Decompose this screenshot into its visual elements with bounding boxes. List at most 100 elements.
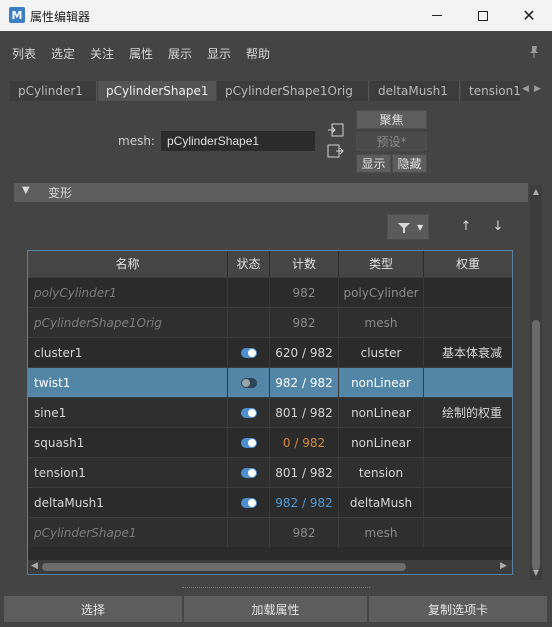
menu-selected[interactable]: 选定 bbox=[51, 45, 75, 62]
table-row[interactable]: deltaMush1 982 / 982 deltaMush bbox=[28, 487, 512, 518]
column-name[interactable]: 名称 bbox=[28, 251, 228, 277]
tab-pcylindershape1[interactable]: pCylinderShape1 bbox=[98, 81, 216, 101]
toggle-knob bbox=[248, 409, 256, 417]
panel-scrollbar[interactable]: ▲ ▼ bbox=[530, 185, 542, 580]
cell-weight bbox=[424, 488, 512, 518]
table-row[interactable]: sine1 801 / 982 nonLinear 绘制的权重 bbox=[28, 397, 512, 428]
cell-type: mesh bbox=[339, 308, 424, 338]
deformer-table: 名称 状态 计数 类型 权重 polyCylinder1 982 polyCyl… bbox=[27, 250, 513, 575]
load-attributes-button[interactable]: 加载属性 bbox=[184, 596, 367, 622]
cell-weight bbox=[424, 518, 512, 548]
table-horizontal-scrollbar[interactable]: ◀ ▶ bbox=[28, 560, 512, 574]
minimize-button[interactable] bbox=[414, 0, 460, 31]
envelope-toggle[interactable] bbox=[241, 408, 257, 418]
scroll-up-icon[interactable]: ▲ bbox=[531, 187, 541, 196]
cell-weight: 基本体衰减 bbox=[442, 346, 503, 360]
select-button[interactable]: 选择 bbox=[4, 596, 182, 622]
deformers-section-header[interactable]: ▼ 变形 bbox=[14, 183, 528, 202]
menu-list[interactable]: 列表 bbox=[12, 45, 36, 62]
cell-name: sine1 bbox=[28, 398, 228, 428]
tab-scroll-right-icon[interactable]: ▶ bbox=[534, 84, 544, 98]
menu-focus[interactable]: 关注 bbox=[90, 45, 114, 62]
column-status[interactable]: 状态 bbox=[228, 251, 270, 277]
cell-name: polyCylinder1 bbox=[28, 278, 228, 308]
table-row-selected[interactable]: twist1 982 / 982 nonLinear bbox=[28, 367, 512, 398]
cell-type: polyCylinder bbox=[339, 278, 424, 308]
menu-display[interactable]: 显示 bbox=[207, 45, 231, 62]
cell-count: 620 / 982 bbox=[270, 338, 339, 368]
envelope-toggle[interactable] bbox=[241, 498, 257, 508]
tab-tension1[interactable]: tension1 bbox=[461, 81, 520, 101]
collapse-arrow-icon: ▼ bbox=[22, 185, 30, 196]
mesh-field[interactable] bbox=[161, 131, 315, 151]
cell-count: 982 bbox=[270, 278, 339, 308]
maya-app-icon: M bbox=[9, 7, 25, 23]
tab-scroll-left-icon[interactable]: ◀ bbox=[522, 84, 532, 98]
cell-count: 982 bbox=[270, 308, 339, 338]
close-icon: ✕ bbox=[522, 5, 536, 25]
envelope-toggle[interactable] bbox=[241, 468, 257, 478]
panel-scrollbar-thumb[interactable] bbox=[532, 320, 540, 570]
tab-deltamush1[interactable]: deltaMush1 bbox=[370, 81, 460, 101]
maximize-button[interactable] bbox=[460, 0, 506, 31]
tab-pcylinder1[interactable]: pCylinder1 bbox=[10, 81, 97, 101]
preset-button[interactable]: 预设* bbox=[356, 132, 427, 151]
cell-weight bbox=[424, 278, 512, 308]
cell-count: 982 / 982 bbox=[270, 368, 339, 398]
output-connection-icon[interactable] bbox=[327, 143, 345, 159]
focus-button[interactable]: 聚焦 bbox=[356, 110, 427, 129]
cell-status bbox=[228, 398, 270, 428]
scroll-down-icon[interactable]: ▼ bbox=[531, 568, 541, 577]
cell-count-warning: 0 / 982 bbox=[270, 428, 339, 458]
hide-button[interactable]: 隐藏 bbox=[392, 154, 427, 173]
table-scrollbar-thumb[interactable] bbox=[42, 563, 406, 571]
input-connection-icon[interactable] bbox=[327, 122, 345, 138]
cell-type: mesh bbox=[339, 518, 424, 548]
toggle-knob bbox=[248, 499, 256, 507]
filter-button[interactable]: ▼ bbox=[387, 214, 429, 240]
cell-status bbox=[228, 368, 270, 398]
envelope-toggle[interactable] bbox=[241, 378, 257, 388]
table-row[interactable]: pCylinderShape1Orig 982 mesh bbox=[28, 307, 512, 338]
table-row[interactable]: polyCylinder1 982 polyCylinder bbox=[28, 277, 512, 308]
pin-icon[interactable] bbox=[528, 45, 540, 59]
resize-grip[interactable] bbox=[182, 587, 370, 589]
table-row[interactable]: cluster1 620 / 982 cluster 基本体衰减 bbox=[28, 337, 512, 368]
move-up-icon[interactable]: ↑ bbox=[458, 219, 474, 235]
scroll-right-icon[interactable]: ▶ bbox=[500, 561, 507, 571]
scroll-left-icon[interactable]: ◀ bbox=[31, 561, 38, 571]
node-tabs: pCylinder1 pCylinderShape1 pCylinderShap… bbox=[10, 81, 520, 101]
close-button[interactable]: ✕ bbox=[506, 0, 552, 31]
menu-attributes[interactable]: 属性 bbox=[129, 45, 153, 62]
copy-tab-button[interactable]: 复制选项卡 bbox=[369, 596, 547, 622]
cell-status bbox=[228, 458, 270, 488]
cell-count: 801 / 982 bbox=[270, 398, 339, 428]
tab-pcylindershape1orig[interactable]: pCylinderShape1Orig bbox=[217, 81, 369, 101]
menu-bar: 列表 选定 关注 属性 展示 显示 帮助 bbox=[0, 31, 552, 73]
title-bar: M 属性编辑器 ✕ bbox=[0, 0, 552, 31]
dropdown-caret-icon: ▼ bbox=[417, 223, 424, 232]
cell-name: deltaMush1 bbox=[28, 488, 228, 518]
column-type[interactable]: 类型 bbox=[339, 251, 424, 277]
table-row[interactable]: tension1 801 / 982 tension bbox=[28, 457, 512, 488]
cell-count: 982 bbox=[270, 518, 339, 548]
envelope-toggle[interactable] bbox=[241, 348, 257, 358]
minimize-icon bbox=[432, 15, 442, 16]
column-count[interactable]: 计数 bbox=[270, 251, 339, 277]
menu-show[interactable]: 展示 bbox=[168, 45, 192, 62]
cell-weight bbox=[424, 368, 512, 398]
cell-type: nonLinear bbox=[339, 368, 424, 398]
window-title: 属性编辑器 bbox=[30, 10, 91, 24]
show-button[interactable]: 显示 bbox=[356, 154, 391, 173]
cell-name: tension1 bbox=[28, 458, 228, 488]
cell-type: tension bbox=[339, 458, 424, 488]
table-header: 名称 状态 计数 类型 权重 bbox=[28, 251, 512, 277]
cell-name: squash1 bbox=[28, 428, 228, 458]
table-row[interactable]: pCylinderShape1 982 mesh bbox=[28, 517, 512, 548]
column-weight[interactable]: 权重 bbox=[424, 251, 512, 277]
move-down-icon[interactable]: ↓ bbox=[490, 219, 506, 235]
table-row[interactable]: squash1 0 / 982 nonLinear bbox=[28, 427, 512, 458]
cell-count-link: 982 / 982 bbox=[270, 488, 339, 518]
menu-help[interactable]: 帮助 bbox=[246, 45, 270, 62]
envelope-toggle[interactable] bbox=[241, 438, 257, 448]
